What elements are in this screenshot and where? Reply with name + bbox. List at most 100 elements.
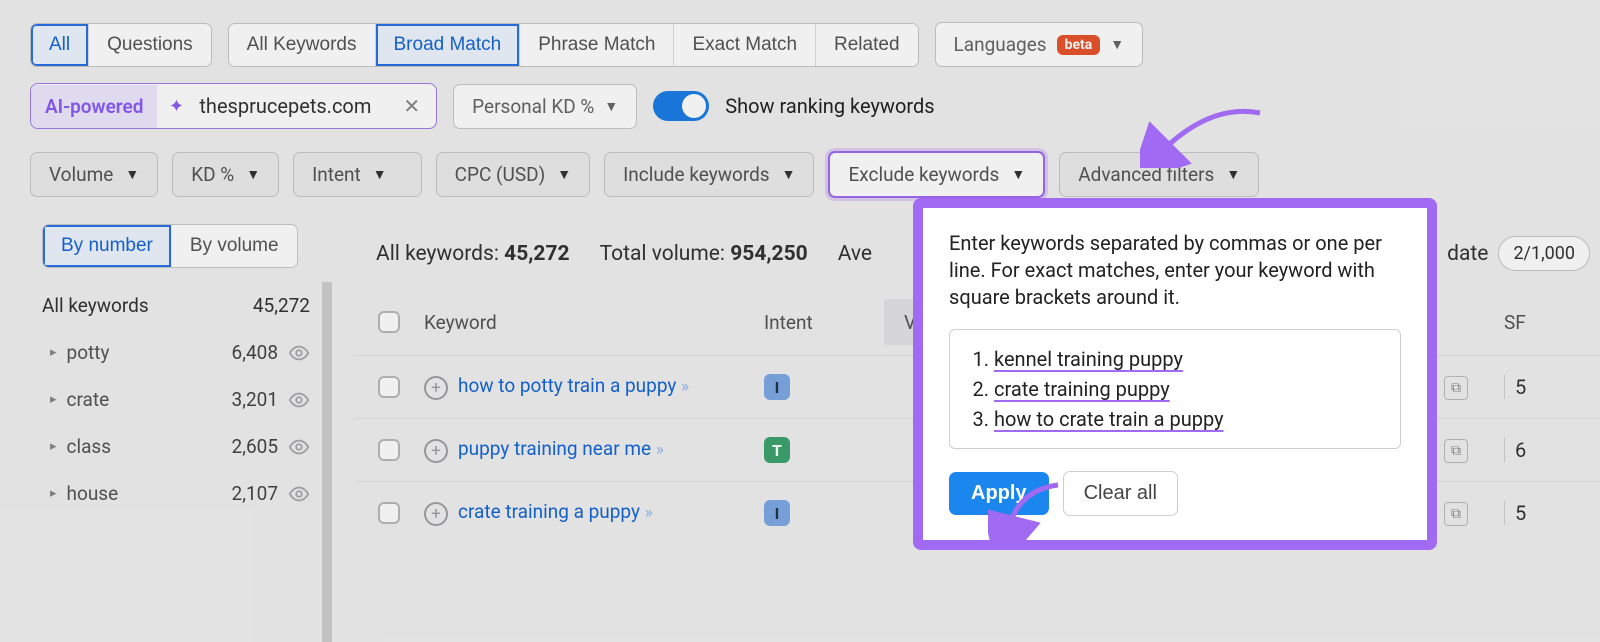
exclude-keyword-item: kennel training puppy (994, 344, 1382, 374)
chevron-down-icon (1226, 166, 1240, 183)
popover-actions: Apply Clear all (949, 471, 1401, 516)
expand-icon[interactable]: » (645, 503, 650, 523)
sidebar-all-keywords-count: 45,272 (253, 294, 310, 317)
exclude-label: Exclude keywords (848, 163, 999, 186)
personal-kd-dropdown[interactable]: Personal KD % (453, 84, 637, 129)
top-filter-row: All Questions All Keywords Broad Match P… (0, 0, 1600, 67)
sf-count: 6 (1515, 438, 1526, 462)
exclude-keywords-filter[interactable]: Exclude keywords (828, 151, 1045, 198)
row-checkbox[interactable] (378, 376, 400, 398)
row-checkbox[interactable] (378, 439, 400, 461)
tab-broad-match[interactable]: Broad Match (376, 24, 521, 66)
languages-dropdown[interactable]: Languages beta (935, 22, 1144, 67)
sidebar-item[interactable]: house 2,107 (30, 470, 322, 517)
tab-all-keywords[interactable]: All Keywords (229, 24, 376, 66)
add-icon[interactable]: + (424, 439, 448, 463)
tab-all[interactable]: All (31, 24, 89, 66)
apply-button[interactable]: Apply (949, 472, 1049, 515)
eye-icon[interactable] (288, 342, 310, 364)
sidebar-item-label: house (67, 482, 119, 505)
date-label: date (1447, 242, 1488, 266)
chevron-right-icon (50, 439, 57, 454)
add-icon[interactable]: + (424, 502, 448, 526)
sidebar-item[interactable]: potty6,408 (30, 329, 322, 376)
intent-filter[interactable]: Intent (293, 152, 422, 197)
popover-instructions: Enter keywords separated by commas or on… (949, 230, 1401, 311)
sidebar-item-count: 3,201 (232, 388, 278, 411)
sort-by-number[interactable]: By number (43, 225, 172, 267)
intent-badge: T (764, 437, 790, 463)
expand-icon[interactable]: » (656, 440, 661, 460)
chevron-down-icon (1011, 166, 1025, 183)
sidebar-item[interactable]: crate3,201 (30, 376, 322, 423)
summary-total-value: 954,250 (730, 242, 807, 266)
th-sf[interactable]: SF (1494, 311, 1574, 334)
row-checkbox[interactable] (378, 502, 400, 524)
eye-icon[interactable] (288, 483, 310, 505)
intent-badge: I (764, 374, 790, 400)
eye-icon[interactable] (288, 389, 310, 411)
exclude-keyword-item: how to crate train a puppy (994, 404, 1382, 434)
cpc-filter[interactable]: CPC (USD) (436, 152, 590, 197)
sidebar: By number By volume All keywords 45,272 … (30, 224, 332, 642)
exclude-keywords-popover: Enter keywords separated by commas or on… (913, 198, 1437, 550)
exclude-keyword-item: crate training puppy (994, 374, 1382, 404)
ai-powered-label: AI-powered (31, 85, 157, 128)
sidebar-all-keywords-label: All keywords (42, 294, 149, 317)
include-keywords-filter[interactable]: Include keywords (604, 152, 814, 197)
tab-related[interactable]: Related (816, 24, 918, 66)
date-page-indicator[interactable]: 2/1,000 (1498, 236, 1590, 271)
ai-filter-row: AI-powered ✦ thesprucepets.com ✕ Persona… (0, 67, 1600, 129)
th-keyword[interactable]: Keyword (414, 311, 754, 334)
serp-features-icon[interactable]: ⧉ (1444, 376, 1468, 400)
tab-questions[interactable]: Questions (89, 24, 211, 66)
sidebar-sort-group: By number By volume (42, 224, 298, 268)
sidebar-item-count: 2,605 (232, 435, 278, 458)
exclude-keywords-input[interactable]: kennel training puppycrate training pupp… (949, 329, 1401, 449)
chevron-right-icon (50, 392, 57, 407)
eye-icon[interactable] (288, 436, 310, 458)
volume-filter[interactable]: Volume (30, 152, 158, 197)
include-label: Include keywords (623, 163, 770, 186)
intent-badge: I (764, 500, 790, 526)
chevron-down-icon (125, 166, 139, 183)
tab-phrase-match[interactable]: Phrase Match (520, 24, 674, 66)
advanced-label: Advanced filters (1078, 163, 1214, 186)
cpc-label: CPC (USD) (455, 163, 546, 186)
match-type-group: All Keywords Broad Match Phrase Match Ex… (228, 23, 919, 67)
advanced-filters[interactable]: Advanced filters (1059, 152, 1259, 197)
serp-features-icon[interactable]: ⧉ (1444, 502, 1468, 526)
chevron-down-icon (604, 98, 618, 115)
question-type-group: All Questions (30, 23, 212, 67)
keyword-link[interactable]: crate training a puppy (458, 500, 640, 523)
clear-all-button[interactable]: Clear all (1063, 471, 1178, 516)
th-intent[interactable]: Intent (754, 311, 884, 334)
show-ranking-toggle[interactable] (653, 91, 709, 121)
tab-exact-match[interactable]: Exact Match (674, 24, 816, 66)
ai-domain-chip[interactable]: AI-powered ✦ thesprucepets.com ✕ (30, 83, 437, 129)
volume-label: Volume (49, 163, 113, 186)
chevron-right-icon (50, 486, 57, 501)
sort-by-volume[interactable]: By volume (172, 225, 297, 267)
sidebar-item[interactable]: class2,605 (30, 423, 322, 470)
sf-count: 5 (1515, 501, 1526, 525)
clear-domain-icon[interactable]: ✕ (387, 94, 436, 118)
summary-avg-label: Ave (838, 242, 872, 266)
sidebar-item-count: 6,408 (232, 341, 278, 364)
chevron-down-icon (1110, 36, 1124, 53)
serp-features-icon[interactable]: ⧉ (1444, 439, 1468, 463)
sidebar-item-count: 2,107 (232, 482, 278, 505)
sidebar-all-keywords-row[interactable]: All keywords 45,272 (30, 282, 322, 329)
expand-icon[interactable]: » (681, 377, 686, 397)
kd-filter[interactable]: KD % (172, 152, 279, 197)
chevron-down-icon (373, 166, 387, 183)
kd-label: KD % (191, 163, 234, 186)
chevron-right-icon (50, 345, 57, 360)
chevron-down-icon (782, 166, 796, 183)
add-icon[interactable]: + (424, 376, 448, 400)
keyword-link[interactable]: puppy training near me (458, 437, 651, 460)
personal-kd-label: Personal KD % (472, 95, 594, 118)
filter-pill-row: Volume KD % Intent CPC (USD) Include key… (0, 129, 1600, 198)
select-all-checkbox[interactable] (378, 311, 400, 333)
keyword-link[interactable]: how to potty train a puppy (458, 374, 676, 397)
